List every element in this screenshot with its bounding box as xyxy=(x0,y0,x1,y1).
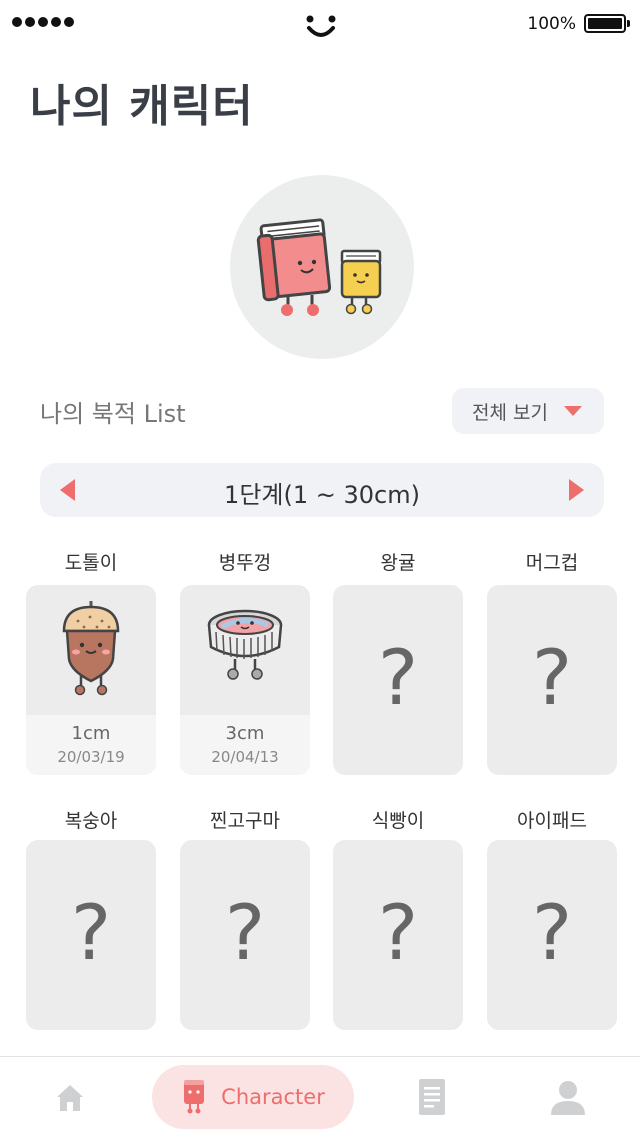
page-title: 나의 캐릭터 xyxy=(30,81,254,132)
avatar xyxy=(230,175,414,359)
locked-card[interactable]: ? xyxy=(180,840,310,1030)
profile-icon xyxy=(551,1080,585,1115)
character-info: 3cm 20/04/13 xyxy=(180,715,310,775)
book-characters-icon xyxy=(256,218,382,316)
document-icon xyxy=(419,1078,445,1115)
locked-card[interactable]: ? xyxy=(333,585,463,775)
character-name: 왕귤 xyxy=(380,552,416,574)
question-mark-icon: ? xyxy=(531,633,573,722)
character-name: 복숭아 xyxy=(64,810,118,832)
character-date: 20/04/13 xyxy=(211,748,279,766)
character-name: 아이패드 xyxy=(517,810,587,832)
character-name: 찐고구마 xyxy=(210,810,280,832)
character-card[interactable]: 3cm 20/04/13 xyxy=(180,585,310,775)
list-title: 나의 북적 List xyxy=(40,400,186,428)
battery-icon xyxy=(584,14,630,33)
character-info: 1cm 20/03/19 xyxy=(26,715,156,775)
locked-card[interactable]: ? xyxy=(487,840,617,1030)
tab-records[interactable] xyxy=(402,1057,462,1136)
question-mark-icon: ? xyxy=(377,888,419,977)
character-tab-icon xyxy=(184,1080,205,1114)
character-name: 머그컵 xyxy=(525,552,579,574)
signal-icon xyxy=(12,17,74,27)
question-mark-icon: ? xyxy=(70,888,112,977)
question-mark-icon: ? xyxy=(531,888,573,977)
locked-card[interactable]: ? xyxy=(26,840,156,1030)
character-name: 식빵이 xyxy=(371,810,425,832)
character-date: 20/03/19 xyxy=(57,748,125,766)
view-all-dropdown[interactable]: 전체 보기 xyxy=(452,388,604,434)
locked-card[interactable]: ? xyxy=(487,585,617,775)
stage-label: 1단계(1 ~ 30cm) xyxy=(224,481,420,509)
stage-selector: 1단계(1 ~ 30cm) xyxy=(40,463,604,517)
question-mark-icon: ? xyxy=(377,633,419,722)
tab-bar: Character xyxy=(0,1057,640,1136)
bottle-cap-character-icon xyxy=(207,609,283,680)
character-size: 3cm xyxy=(225,723,265,744)
locked-card[interactable]: ? xyxy=(333,840,463,1030)
battery-percent: 100% xyxy=(527,14,576,34)
view-all-label: 전체 보기 xyxy=(472,401,548,424)
acorn-character-icon xyxy=(62,601,120,696)
status-bar: 100% xyxy=(0,0,640,48)
next-stage-icon[interactable] xyxy=(569,479,584,501)
tab-profile[interactable] xyxy=(538,1057,598,1136)
character-size: 1cm xyxy=(71,723,111,744)
character-card[interactable]: 1cm 20/03/19 xyxy=(26,585,156,775)
app-smile-icon xyxy=(306,15,336,37)
chevron-down-icon xyxy=(563,406,582,416)
tab-character-label: Character xyxy=(221,1085,325,1109)
character-name: 도톨이 xyxy=(64,552,118,574)
home-icon xyxy=(57,1084,83,1111)
tab-home[interactable] xyxy=(40,1057,100,1136)
question-mark-icon: ? xyxy=(224,888,266,977)
tab-character[interactable]: Character xyxy=(152,1065,354,1129)
character-name: 병뚜껑 xyxy=(218,552,272,574)
